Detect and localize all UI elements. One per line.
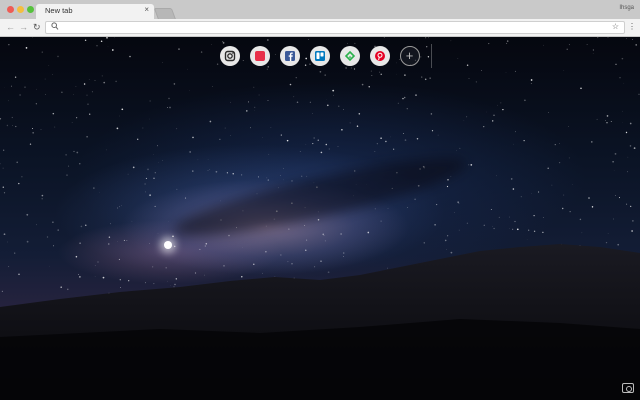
tab-new-tab[interactable]: New tab × [36,4,154,19]
shortcut-instagram[interactable] [220,46,240,66]
tab-strip: New tab × Ihsga [0,0,640,20]
shortcut-trello[interactable] [310,46,330,66]
trello-icon [310,51,330,70]
shortcut-divider [431,44,432,68]
tag-icon [255,51,265,61]
tab-title: New tab [45,6,73,15]
browser-chrome: New tab × Ihsga ← → ↻ ☆ ⋮ [0,0,640,37]
shortcut-feedly[interactable] [340,46,360,66]
add-shortcut-button[interactable]: + [400,46,420,66]
address-input[interactable] [62,23,586,35]
shortcut-pinterest[interactable] [370,46,390,66]
feedly-icon [340,50,360,70]
mountain-silhouette [0,244,640,400]
maximize-window-button[interactable] [27,6,34,13]
plus-icon: + [405,48,414,63]
star-icon[interactable]: ☆ [612,22,619,31]
search-icon [51,22,59,33]
close-window-button[interactable] [7,6,14,13]
back-button[interactable]: ← [6,22,15,32]
profile-label[interactable]: Ihsga [619,5,634,11]
reload-button[interactable]: ↻ [33,22,41,33]
toolbar: ← → ↻ ☆ ⋮ [0,19,640,37]
minimize-window-button[interactable] [17,6,24,13]
shortcut-facebook[interactable] [280,46,300,66]
menu-icon[interactable]: ⋮ [628,22,636,31]
instagram-icon [220,50,240,70]
tab-close-icon[interactable]: × [144,5,149,14]
forward-button[interactable]: → [19,22,28,32]
camera-icon[interactable] [622,383,634,393]
facebook-icon [280,51,300,70]
pinterest-icon [370,51,390,70]
address-bar[interactable]: ☆ [45,21,625,35]
camera-lens [626,386,632,392]
new-tab-page: + [0,37,640,400]
shortcut-deals[interactable] [250,46,270,66]
